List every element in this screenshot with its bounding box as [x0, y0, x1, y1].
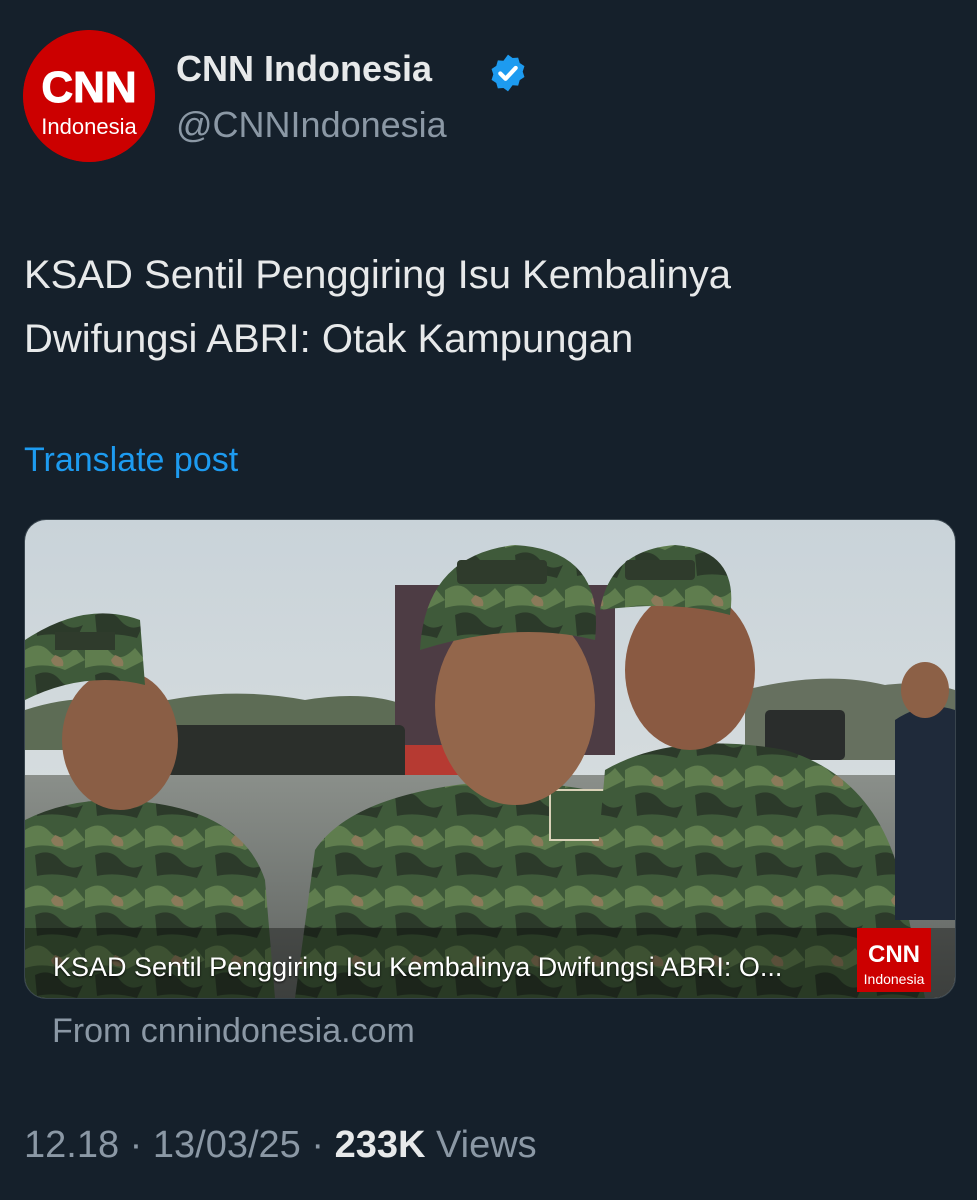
cnn-logo-icon: CNN Indonesia	[23, 30, 155, 162]
watermark-sub-text: Indonesia	[864, 971, 925, 987]
watermark-logo-text: CNN	[868, 941, 920, 968]
post-meta: 12.18 · 13/03/25 · 233K Views	[24, 1124, 537, 1167]
author-avatar[interactable]: CNN Indonesia	[23, 30, 155, 162]
post-text: KSAD Sentil Penggiring Isu Kembalinya Dw…	[24, 243, 944, 371]
post-text-line: KSAD Sentil Penggiring Isu Kembalinya	[24, 253, 732, 297]
meta-separator: ·	[129, 1124, 143, 1166]
meta-separator: ·	[311, 1124, 325, 1166]
post-date[interactable]: 13/03/25	[153, 1124, 301, 1166]
link-preview-card[interactable]	[24, 519, 956, 999]
post-time[interactable]: 12.18	[24, 1124, 119, 1166]
cnn-watermark-icon: CNN Indonesia	[857, 928, 931, 992]
translate-post-link[interactable]: Translate post	[24, 441, 238, 480]
author-handle[interactable]: @CNNIndonesia	[176, 104, 447, 146]
link-source[interactable]: From cnnindonesia.com	[52, 1012, 415, 1051]
views-count[interactable]: 233K	[335, 1124, 426, 1166]
post-text-line: Dwifungsi ABRI: Otak Kampungan	[24, 317, 634, 361]
author-name[interactable]: CNN Indonesia	[176, 48, 432, 90]
military-officers-photo	[25, 520, 955, 998]
avatar-sub-text: Indonesia	[41, 114, 137, 139]
views-label: Views	[435, 1124, 537, 1166]
link-card-caption: KSAD Sentil Penggiring Isu Kembalinya Dw…	[53, 952, 783, 982]
verified-badge-icon	[491, 54, 525, 92]
avatar-logo-text: CNN	[41, 63, 136, 112]
